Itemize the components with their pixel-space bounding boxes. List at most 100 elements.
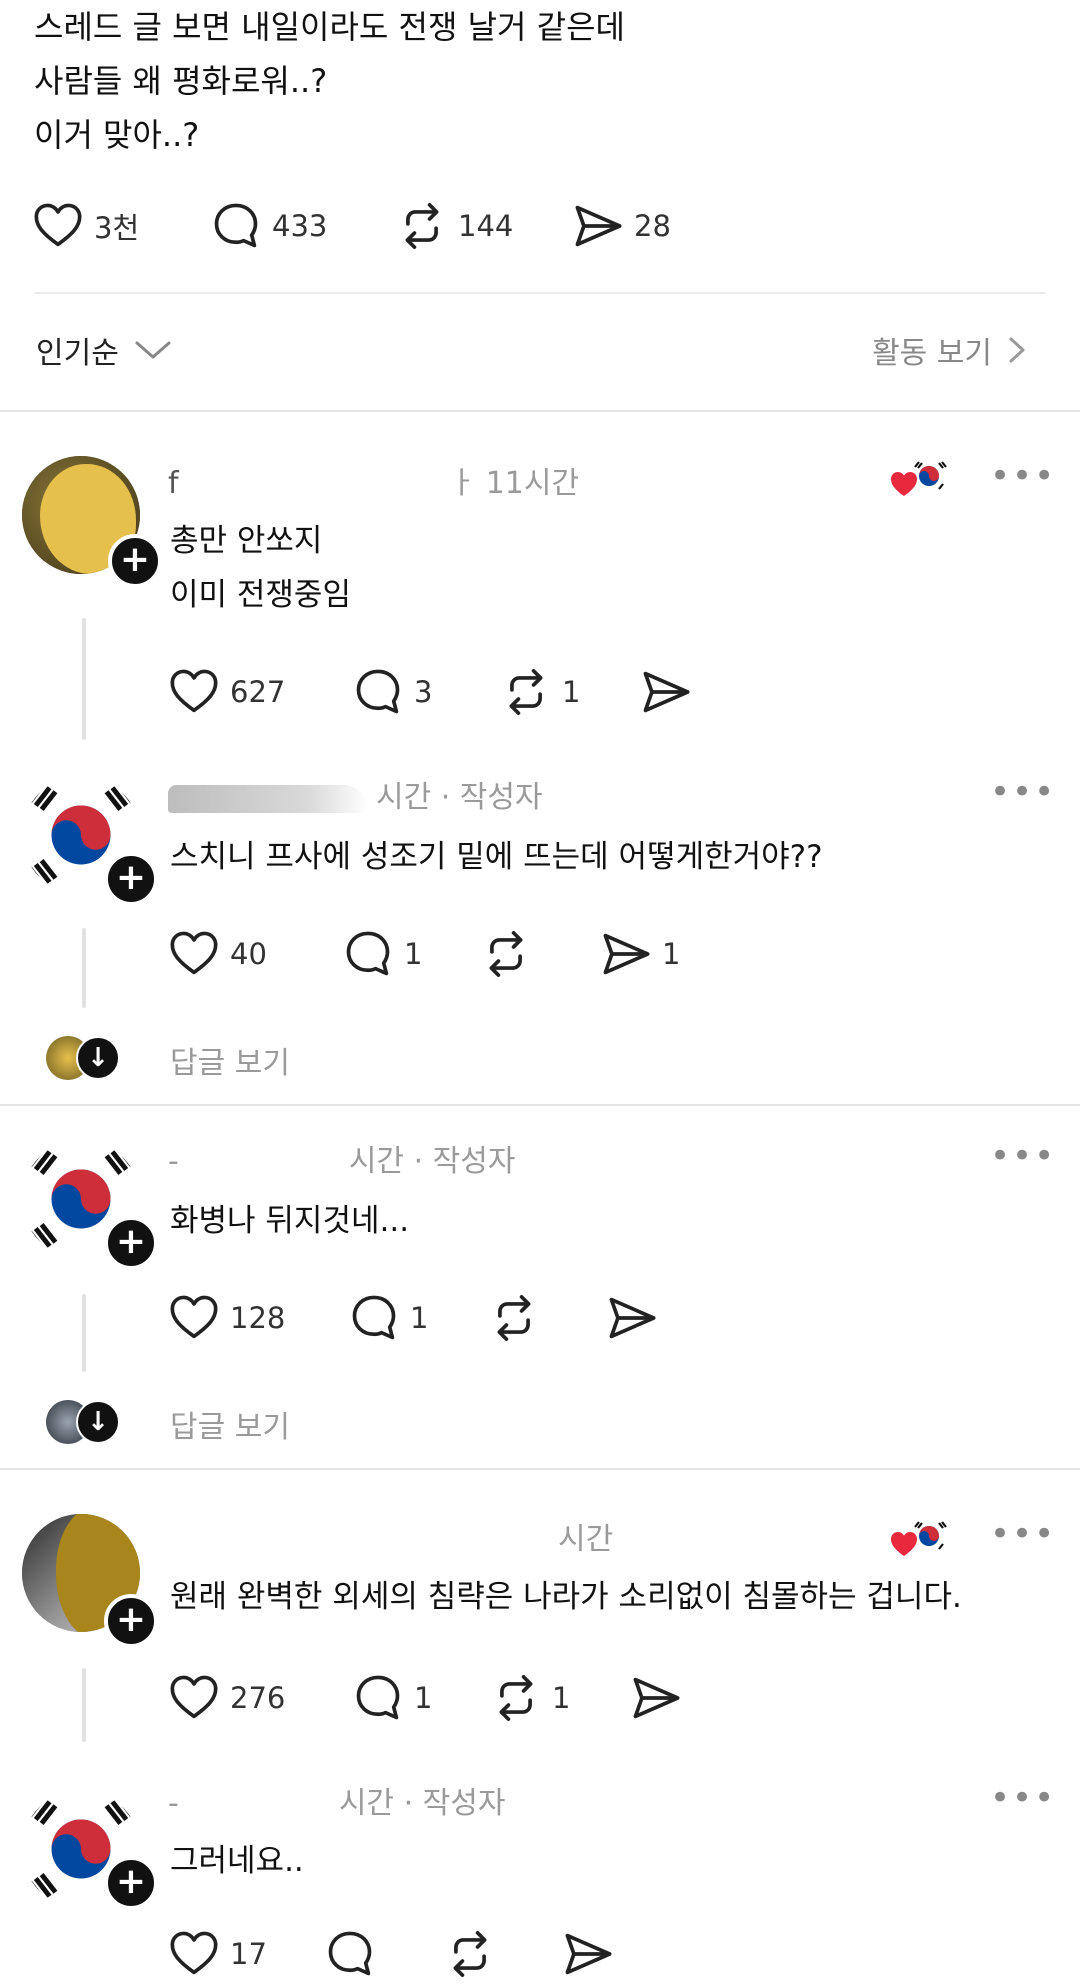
- reply-button[interactable]: 1: [352, 1672, 432, 1724]
- reply-avatars[interactable]: ↓: [46, 1036, 126, 1080]
- heart-icon: [168, 666, 220, 718]
- like-button[interactable]: 17: [168, 1928, 267, 1980]
- reply-count: 1: [404, 937, 423, 971]
- repost-button[interactable]: [444, 1928, 496, 1980]
- reply-avatars[interactable]: ↓: [46, 1400, 126, 1444]
- like-button[interactable]: 627: [168, 666, 285, 718]
- speech-bubble-icon: [342, 928, 394, 980]
- comment-line: 화병나 뒤지것네...: [170, 1203, 410, 1239]
- view-replies-link[interactable]: 답글 보기: [170, 1402, 290, 1446]
- heart-icon: [168, 928, 220, 980]
- comment-meta: fㅏ 11시간: [168, 466, 580, 501]
- comment-meta: - 시간 · 작성자: [168, 1144, 516, 1179]
- more-options-button[interactable]: •••: [990, 1778, 1056, 1818]
- post-line: 사람들 왜 평화로워..?: [34, 62, 328, 100]
- repost-icon: [490, 1672, 542, 1724]
- like-button[interactable]: 40: [168, 928, 267, 980]
- post-reply-button[interactable]: 433: [210, 200, 327, 252]
- post-repost-count: 144: [458, 209, 514, 243]
- comment-body: 원래 완벽한 외세의 침략은 나라가 소리없이 침몰하는 겁니다.: [170, 1570, 962, 1624]
- view-activity-link[interactable]: 활동 보기: [872, 328, 1028, 372]
- thread-line: [82, 1668, 86, 1742]
- comment-body: 스치니 프사에 성조기 밑에 뜨는데 어떻게한거야??: [170, 830, 823, 884]
- view-replies-link[interactable]: 답글 보기: [170, 1038, 290, 1082]
- comment-body: 총만 안쏘지 이미 전쟁중임: [170, 514, 351, 622]
- send-icon: [630, 1672, 682, 1724]
- reply-button[interactable]: 1: [342, 928, 422, 980]
- post-like-button[interactable]: 3천: [32, 200, 139, 252]
- repost-button[interactable]: 1: [490, 1672, 570, 1724]
- more-options-button[interactable]: •••: [990, 1514, 1056, 1554]
- repost-icon: [480, 928, 532, 980]
- follow-plus-button[interactable]: +: [104, 852, 158, 906]
- reply-count: 1: [414, 1681, 433, 1715]
- heart-flag-badge-icon: [890, 1520, 950, 1560]
- send-icon: [600, 928, 652, 980]
- speech-bubble-icon: [324, 1928, 376, 1980]
- divider: [0, 1468, 1080, 1470]
- comment-line: 원래 완벽한 외세의 침략은 나라가 소리없이 침몰하는 겁니다.: [170, 1579, 962, 1615]
- share-count: 1: [662, 937, 681, 971]
- repost-count: 1: [562, 675, 581, 709]
- heart-icon: [168, 1672, 220, 1724]
- speech-bubble-icon: [210, 200, 262, 252]
- share-button[interactable]: 1: [600, 928, 680, 980]
- divider: [0, 410, 1080, 412]
- follow-plus-button[interactable]: +: [104, 1594, 158, 1648]
- post-share-button[interactable]: 28: [572, 200, 671, 252]
- chevron-right-icon: [1009, 337, 1025, 363]
- reply-button[interactable]: 1: [348, 1292, 428, 1344]
- follow-plus-button[interactable]: +: [104, 1216, 158, 1270]
- repost-count: 1: [552, 1681, 571, 1715]
- speech-bubble-icon: [352, 666, 404, 718]
- reply-button[interactable]: [324, 1928, 376, 1980]
- repost-button[interactable]: [488, 1292, 540, 1344]
- share-button[interactable]: [640, 666, 692, 718]
- post-line: 이거 맞아..?: [34, 116, 200, 154]
- post-share-count: 28: [634, 209, 671, 243]
- more-options-button[interactable]: •••: [990, 1136, 1056, 1176]
- arrow-down-icon: ↓: [76, 1400, 120, 1444]
- more-options-button[interactable]: •••: [990, 772, 1056, 812]
- repost-button[interactable]: [480, 928, 532, 980]
- reply-button[interactable]: 3: [352, 666, 432, 718]
- repost-button[interactable]: 1: [500, 666, 580, 718]
- post-repost-button[interactable]: 144: [396, 200, 513, 252]
- repost-icon: [444, 1928, 496, 1980]
- share-button[interactable]: [630, 1672, 682, 1724]
- like-button[interactable]: 128: [168, 1292, 285, 1344]
- heart-icon: [168, 1292, 220, 1344]
- heart-icon: [168, 1928, 220, 1980]
- like-count: 128: [230, 1301, 286, 1335]
- comment-body: 그러네요..: [170, 1834, 304, 1888]
- like-count: 276: [230, 1681, 286, 1715]
- send-icon: [640, 666, 692, 718]
- follow-plus-button[interactable]: +: [104, 1856, 158, 1910]
- like-button[interactable]: 276: [168, 1672, 285, 1724]
- heart-icon: [32, 200, 84, 252]
- post-line: 스레드 글 보면 내일이라도 전쟁 날거 같은데: [34, 8, 625, 46]
- comment-line: 이미 전쟁중임: [170, 577, 351, 613]
- send-icon: [562, 1928, 614, 1980]
- share-button[interactable]: [606, 1292, 658, 1344]
- thread-line: [82, 618, 86, 740]
- speech-bubble-icon: [352, 1672, 404, 1724]
- heart-flag-badge-icon: [890, 460, 950, 500]
- send-icon: [572, 200, 624, 252]
- speech-bubble-icon: [348, 1292, 400, 1344]
- follow-plus-button[interactable]: +: [108, 534, 162, 588]
- thread-line: [82, 1294, 86, 1372]
- arrow-down-icon: ↓: [76, 1036, 120, 1080]
- share-button[interactable]: [562, 1928, 614, 1980]
- more-options-button[interactable]: •••: [990, 456, 1056, 496]
- comment-line: 총만 안쏘지: [170, 523, 323, 559]
- repost-icon: [500, 666, 552, 718]
- post-like-count: 3천: [94, 211, 140, 245]
- sort-dropdown[interactable]: 인기순: [36, 328, 173, 372]
- sort-label: 인기순: [36, 336, 119, 371]
- post-reply-count: 433: [272, 209, 328, 243]
- repost-icon: [488, 1292, 540, 1344]
- reply-count: 3: [414, 675, 433, 709]
- comment-line: 그러네요..: [170, 1843, 304, 1879]
- comment-meta: - 시간 · 작성자: [168, 1786, 506, 1821]
